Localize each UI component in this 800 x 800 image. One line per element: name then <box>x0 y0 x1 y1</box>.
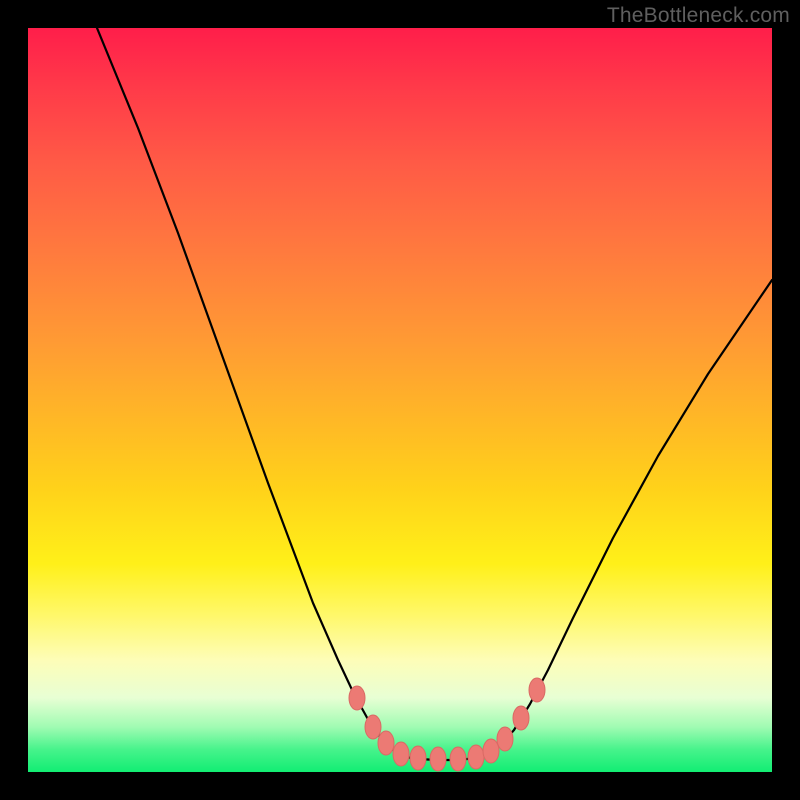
chart-svg <box>28 28 772 772</box>
curve-marker <box>393 742 409 766</box>
curve-marker <box>410 746 426 770</box>
chart-plot-area <box>28 28 772 772</box>
curve-marker <box>365 715 381 739</box>
curve-marker <box>513 706 529 730</box>
curve-path <box>97 28 772 760</box>
curve-marker <box>349 686 365 710</box>
curve-marker <box>483 739 499 763</box>
chart-frame: TheBottleneck.com <box>0 0 800 800</box>
curve-marker <box>529 678 545 702</box>
curve-marker <box>468 745 484 769</box>
curve-marker <box>497 727 513 751</box>
curve-marker <box>378 731 394 755</box>
curve-marker <box>430 747 446 771</box>
curve-marker <box>450 747 466 771</box>
watermark-text: TheBottleneck.com <box>607 4 790 28</box>
